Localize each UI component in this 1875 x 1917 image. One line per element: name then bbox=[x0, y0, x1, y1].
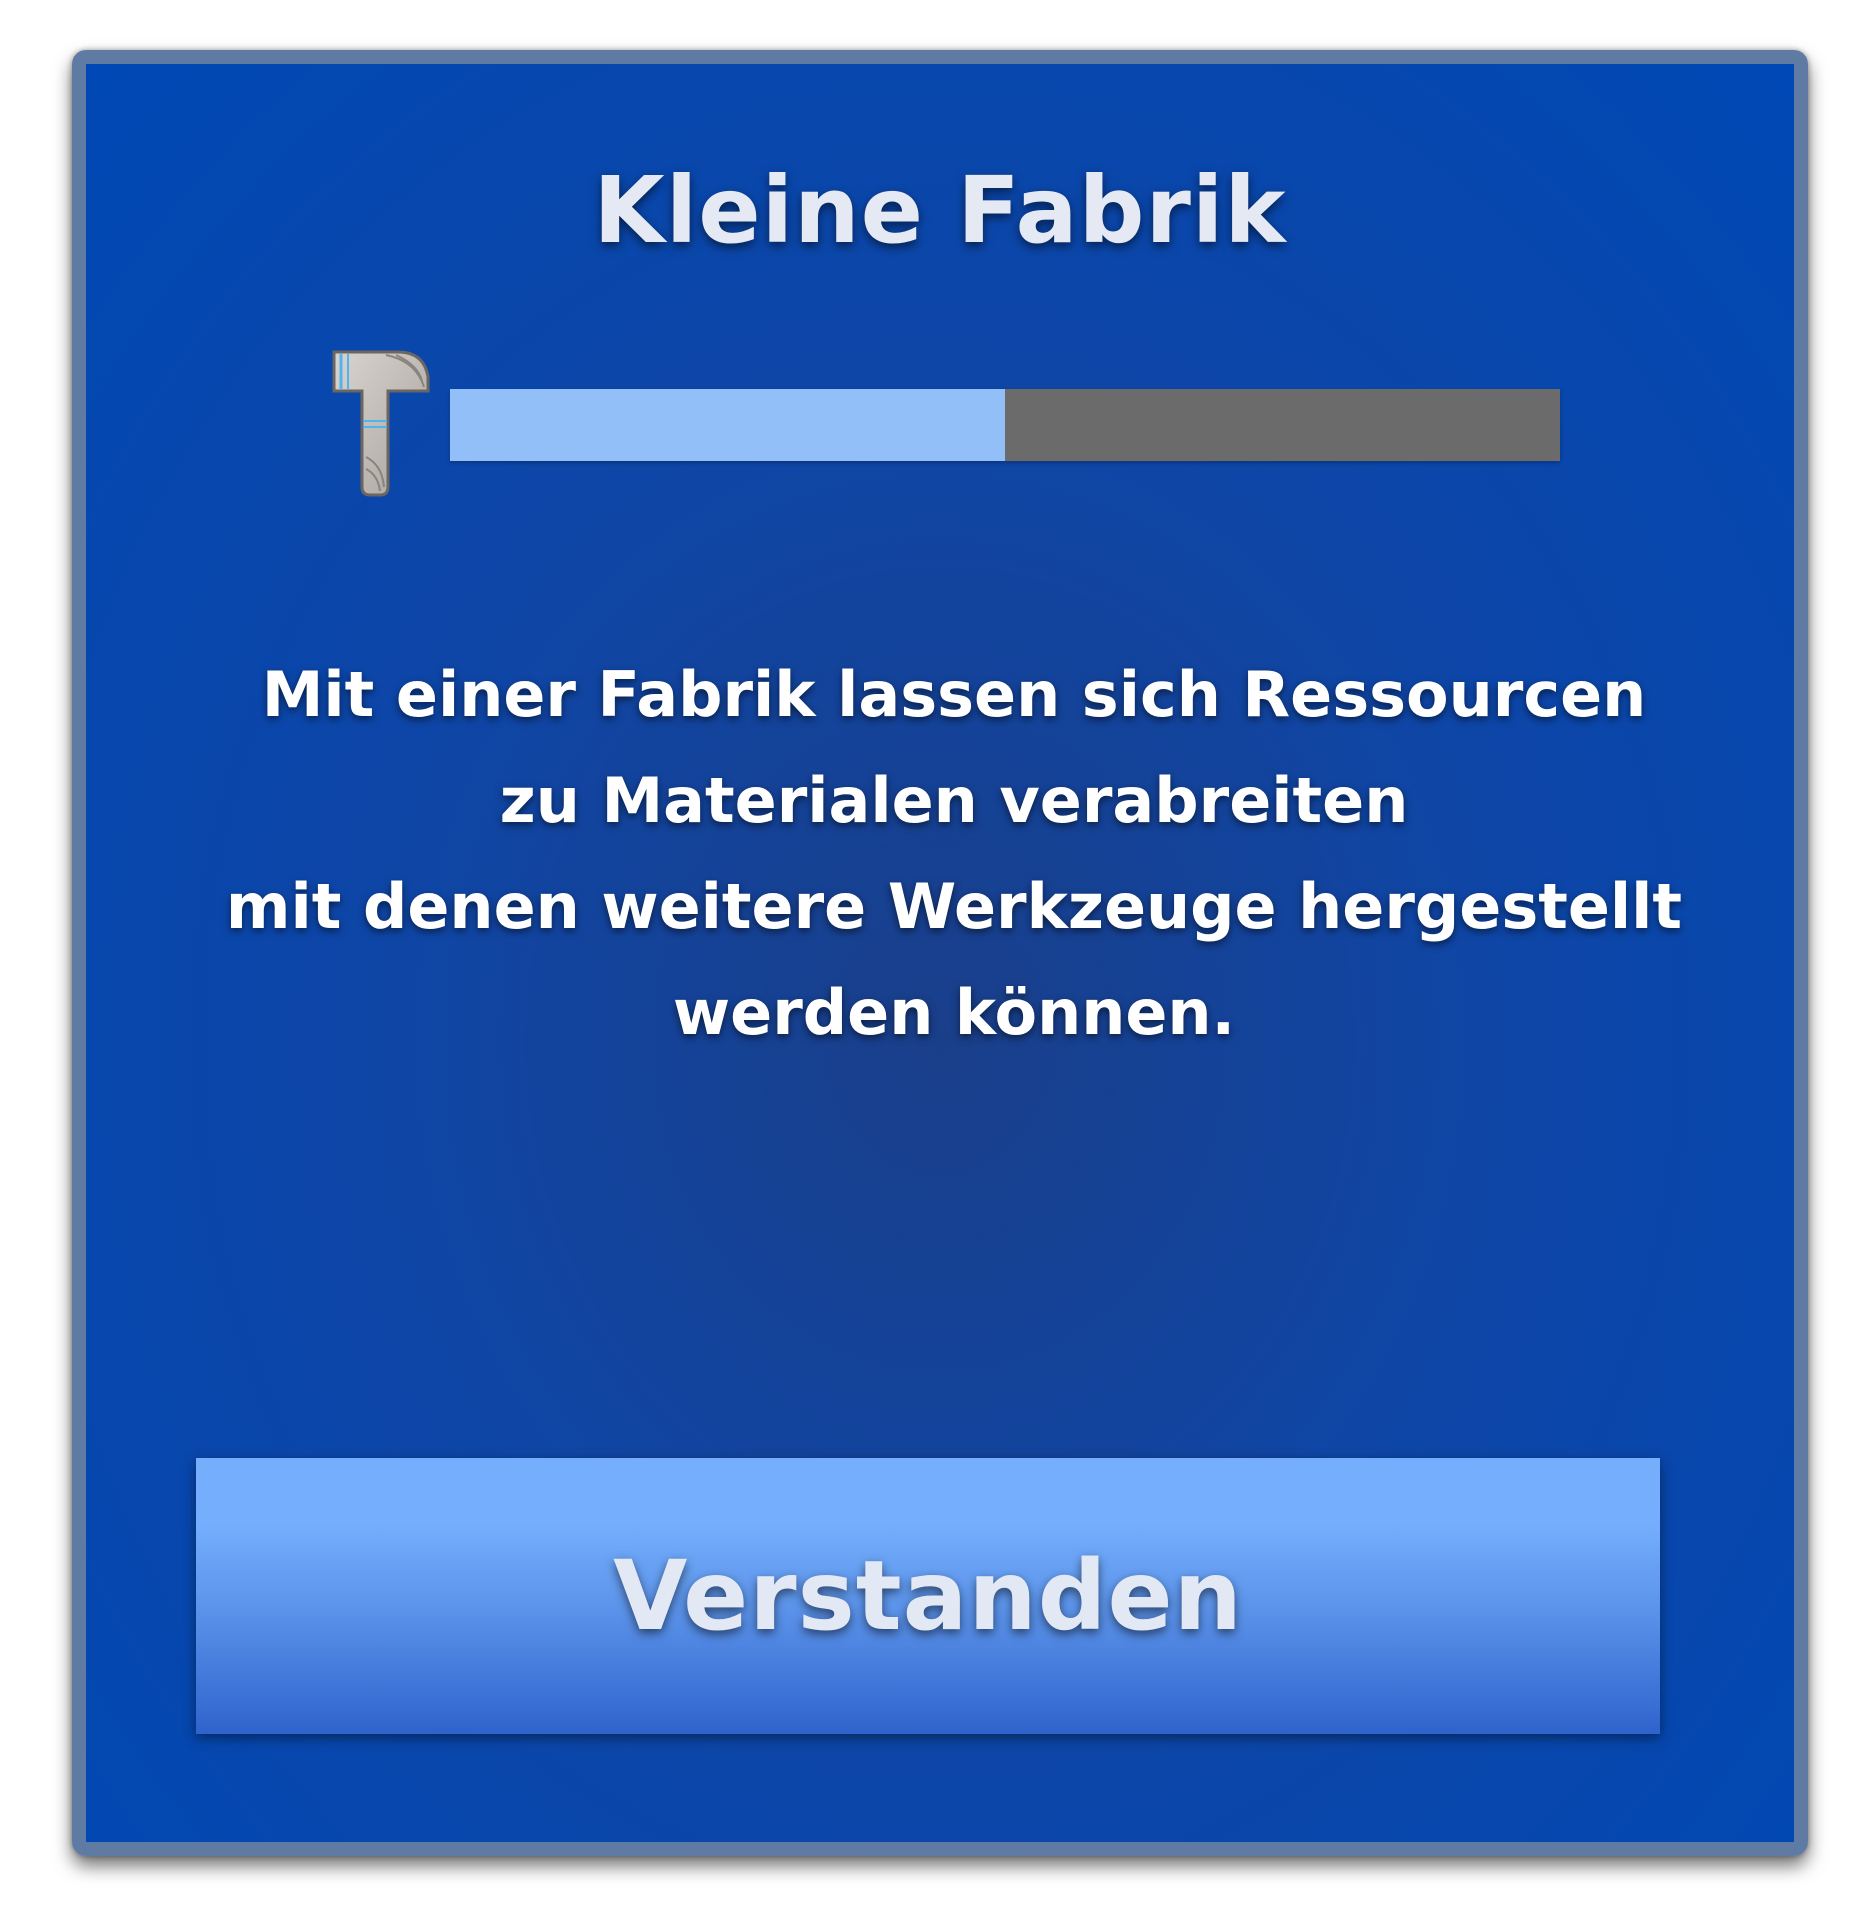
screen: Kleine Fabrik Mit einer Fabrik lassen si… bbox=[0, 0, 1875, 1917]
info-dialog: Kleine Fabrik Mit einer Fabrik lassen si… bbox=[72, 50, 1808, 1856]
progress-bar bbox=[450, 389, 1560, 461]
hammer-icon bbox=[332, 350, 430, 497]
message-line: zu Materialen verabreiten bbox=[499, 764, 1409, 837]
dialog-title: Kleine Fabrik bbox=[593, 157, 1287, 264]
progress-fill bbox=[450, 389, 1005, 461]
dialog-message: Mit einer Fabrik lassen sich Ressourcen … bbox=[146, 642, 1762, 1066]
message-line: werden können. bbox=[672, 976, 1236, 1049]
message-line: mit denen weitere Werkzeuge hergestellt bbox=[225, 870, 1683, 943]
confirm-button-label: Verstanden bbox=[613, 1540, 1243, 1652]
message-line: Mit einer Fabrik lassen sich Ressourcen bbox=[261, 658, 1647, 731]
confirm-button[interactable]: Verstanden bbox=[196, 1458, 1660, 1734]
